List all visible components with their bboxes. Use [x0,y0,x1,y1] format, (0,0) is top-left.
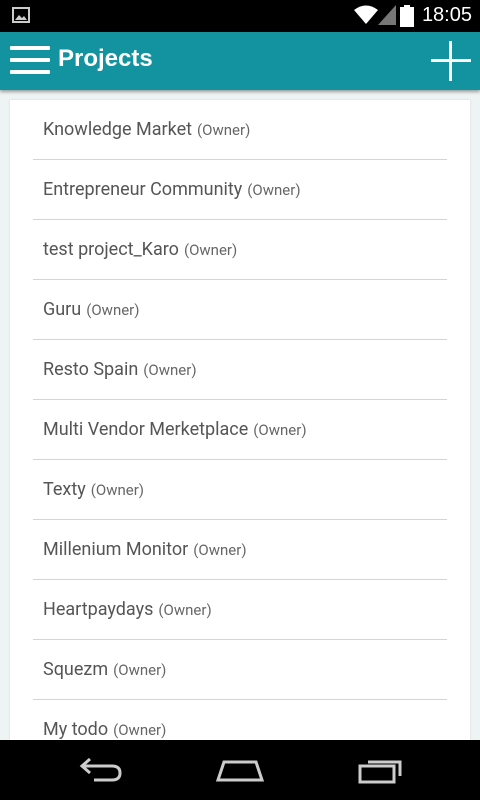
list-item[interactable]: Multi Vendor Merketplace (Owner) [33,400,447,460]
home-icon[interactable] [216,756,264,782]
project-name: My todo [43,719,109,740]
project-name: test project_Karo [43,239,179,260]
list-item[interactable]: Texty (Owner) [33,460,447,520]
project-role: (Owner) [90,480,145,499]
status-time: 18:05 [421,4,472,26]
wifi-icon [354,5,378,24]
project-name: Texty [43,479,86,500]
recent-apps-icon[interactable] [358,756,404,784]
project-name: Squezm [43,659,109,680]
project-name: Multi Vendor Merketplace [43,419,249,440]
project-name: Entrepreneur Community [43,179,243,200]
project-role: (Owner) [193,540,247,559]
project-role: (Owner) [158,600,212,619]
project-name: Millenium Monitor [43,539,189,560]
list-item[interactable]: Squezm (Owner) [33,640,447,700]
project-list: Knowledge Market (Owner) Entrepreneur Comm… [10,100,470,760]
project-role: (Owner) [247,180,301,199]
back-icon[interactable] [78,756,122,782]
battery-icon [400,5,414,27]
navigation-bar [0,740,480,800]
list-item[interactable]: Heartpaydays (Owner) [33,580,447,640]
project-role: (Owner) [113,660,167,679]
list-item[interactable]: Resto Spain (Owner) [33,340,447,400]
project-role: (Owner) [197,120,251,139]
list-item[interactable]: Entrepreneur Community (Owner) [33,160,447,220]
project-name: Knowledge Market [43,119,193,140]
hamburger-icon[interactable] [10,46,50,78]
signal-icon [378,5,396,25]
project-role: (Owner) [183,240,238,259]
list-item[interactable]: test project_Karo (Owner) [33,220,447,280]
project-name: Guru [43,299,82,320]
projects-card: Knowledge Market (Owner) Entrepreneur Comm… [10,100,470,760]
project-name: Resto Spain [43,359,139,380]
list-item[interactable]: Guru (Owner) [33,280,447,340]
list-item[interactable]: Millenium Monitor (Owner) [33,520,447,580]
image-icon [12,7,30,23]
project-role: (Owner) [253,420,307,439]
list-item[interactable]: Knowledge Market (Owner) [33,100,447,160]
project-role: (Owner) [143,360,197,379]
project-name: Heartpaydays [43,599,154,620]
plus-icon[interactable] [431,41,471,81]
project-role: (Owner) [113,720,167,739]
app-bar: Projects [0,32,480,90]
project-role: (Owner) [86,300,140,319]
page-title: Projects [58,45,153,72]
status-bar: 18:05 [0,0,480,32]
